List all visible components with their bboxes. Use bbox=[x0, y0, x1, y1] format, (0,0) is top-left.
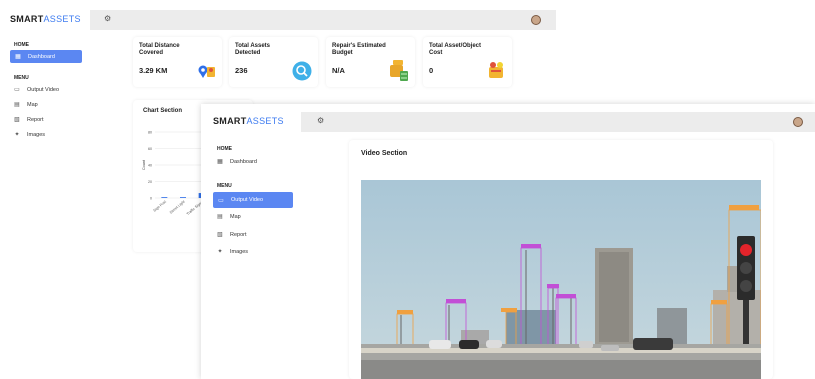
report-icon: ▧ bbox=[217, 232, 223, 238]
sidebar-item-images[interactable]: ✦ Images bbox=[216, 248, 249, 256]
chart-x-tick-label: Street Light bbox=[169, 200, 186, 215]
sidebar-item-label: Dashboard bbox=[230, 158, 257, 165]
sidebar-item-label: Map bbox=[230, 213, 241, 220]
sidebar: SMARTASSETS HOME ▦ Dashboard MENU ▭ Outp… bbox=[201, 104, 301, 379]
report-icon: ▧ bbox=[14, 117, 20, 123]
chart-y-axis-label: Count bbox=[142, 159, 146, 170]
sidebar-item-map[interactable]: ▤ Map bbox=[216, 213, 241, 221]
stat-card-cost: Total Asset/Object Cost 0 bbox=[423, 37, 512, 87]
map-icon: ▤ bbox=[217, 214, 223, 220]
avatar[interactable] bbox=[793, 117, 803, 127]
avatar[interactable] bbox=[531, 15, 541, 25]
settings-icon[interactable]: ⚙ bbox=[104, 14, 111, 23]
images-icon: ✦ bbox=[14, 132, 20, 138]
dashboard-icon: ▦ bbox=[15, 54, 21, 60]
sidebar: SMARTASSETS HOME ▦ Dashboard MENU ▭ Outp… bbox=[0, 0, 90, 255]
video-icon: ▭ bbox=[218, 197, 224, 204]
menu-section-title: MENU bbox=[14, 75, 29, 81]
chart-y-tick-label: 60 bbox=[148, 147, 152, 151]
sidebar-item-label: Output Video bbox=[231, 197, 264, 203]
video-section: Video Section bbox=[349, 140, 773, 379]
sidebar-item-label: Images bbox=[230, 248, 249, 255]
top-bar: ⚙ bbox=[301, 112, 815, 132]
sidebar-item-label: Dashboard bbox=[28, 53, 55, 60]
stat-card-assets: Total Assets Detected 236 bbox=[229, 37, 318, 87]
menu-section-title: MENU bbox=[217, 183, 232, 189]
chart-bar bbox=[180, 197, 186, 198]
home-section-title: HOME bbox=[217, 146, 232, 152]
dashboard-icon: ▦ bbox=[217, 159, 223, 165]
video-player[interactable] bbox=[361, 180, 761, 379]
stat-value: 3.29 KM bbox=[139, 66, 168, 75]
top-bar: ⚙ bbox=[90, 10, 556, 30]
stat-value: N/A bbox=[332, 66, 345, 75]
chart-y-tick-label: 20 bbox=[148, 180, 152, 184]
sidebar-item-dashboard[interactable]: ▦ Dashboard bbox=[10, 50, 82, 63]
sidebar-item-images[interactable]: ✦ Images bbox=[13, 131, 46, 139]
images-icon: ✦ bbox=[217, 249, 223, 255]
sidebar-item-label: Report bbox=[27, 116, 44, 123]
chart-y-tick-label: 0 bbox=[150, 197, 152, 201]
sidebar-item-dashboard[interactable]: ▦ Dashboard bbox=[216, 158, 257, 166]
stat-value: 0 bbox=[429, 66, 434, 75]
sidebar-item-label: Report bbox=[230, 231, 247, 238]
chart-y-tick-label: 40 bbox=[148, 164, 152, 168]
sidebar-item-output-video[interactable]: ▭ Output Video bbox=[13, 86, 60, 94]
map-icon: ▤ bbox=[14, 102, 20, 108]
stat-title: Total Asset/Object Cost bbox=[429, 43, 482, 56]
chart-x-tick-label: Sign Post bbox=[153, 200, 167, 213]
sidebar-item-label: Images bbox=[27, 131, 46, 138]
stat-title: Total Distance Covered bbox=[139, 43, 180, 56]
home-section-title: HOME bbox=[14, 42, 29, 48]
app-logo: SMARTASSETS bbox=[213, 116, 284, 126]
search-icon bbox=[292, 61, 312, 81]
chart-bar bbox=[161, 197, 168, 198]
chart-y-tick-label: 80 bbox=[148, 131, 152, 135]
sidebar-item-report[interactable]: ▧ Report bbox=[216, 231, 247, 239]
money-icon bbox=[390, 60, 408, 81]
settings-icon[interactable]: ⚙ bbox=[317, 116, 324, 125]
sidebar-item-report[interactable]: ▧ Report bbox=[13, 116, 44, 124]
sidebar-item-map[interactable]: ▤ Map bbox=[13, 101, 38, 109]
chart-title: Chart Section bbox=[143, 108, 183, 114]
app-logo: SMARTASSETS bbox=[10, 14, 81, 24]
video-section-title: Video Section bbox=[361, 150, 408, 157]
sidebar-item-output-video[interactable]: ▭ Output Video bbox=[213, 192, 293, 208]
stat-title: Repair's Estimated Budget bbox=[332, 43, 386, 56]
stat-card-distance: Total Distance Covered 3.29 KM bbox=[133, 37, 222, 87]
map-pin-icon bbox=[198, 65, 215, 78]
video-window: SMARTASSETS HOME ▦ Dashboard MENU ▭ Outp… bbox=[201, 104, 815, 379]
sidebar-item-label: Output Video bbox=[27, 86, 60, 93]
sidebar-item-label: Map bbox=[27, 101, 38, 108]
stat-title: Total Assets Detected bbox=[235, 43, 271, 56]
stat-card-budget: Repair's Estimated Budget N/A bbox=[326, 37, 415, 87]
stat-value: 236 bbox=[235, 66, 248, 75]
coins-icon bbox=[489, 62, 503, 78]
video-icon: ▭ bbox=[14, 87, 20, 93]
